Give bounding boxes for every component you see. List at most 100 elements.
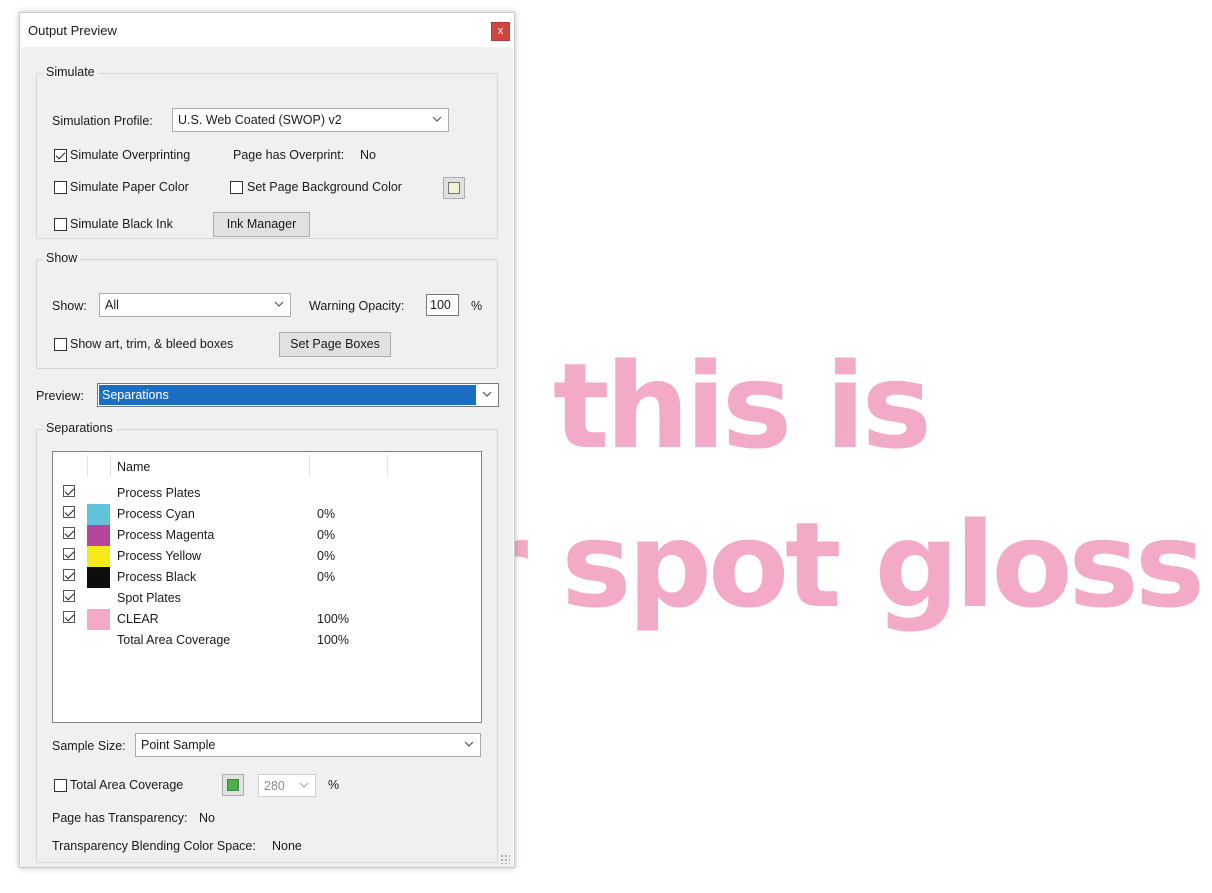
separation-row[interactable]: Process Cyan 0% bbox=[53, 504, 481, 525]
dialog-body: Simulate Simulation Profile: U.S. Web Co… bbox=[21, 47, 513, 867]
warning-opacity-value: 100 bbox=[430, 298, 451, 312]
blending-space-label: Transparency Blending Color Space: bbox=[52, 839, 256, 853]
warning-opacity-unit: % bbox=[471, 299, 483, 313]
show-label: Show: bbox=[52, 299, 87, 313]
resize-grip[interactable] bbox=[500, 854, 510, 864]
ink-color-swatch bbox=[87, 546, 110, 567]
separation-name: Process Black bbox=[117, 570, 197, 584]
chevron-down-icon bbox=[432, 116, 442, 122]
separation-row[interactable]: Process Magenta 0% bbox=[53, 525, 481, 546]
tac-unit: % bbox=[328, 778, 340, 792]
warning-opacity-label: Warning Opacity: bbox=[309, 299, 405, 313]
page-transparency-value: No bbox=[199, 811, 215, 825]
separation-row[interactable]: Process Black 0% bbox=[53, 567, 481, 588]
column-divider bbox=[110, 455, 111, 477]
chevron-down-icon bbox=[482, 391, 492, 397]
tac-value: 280 bbox=[264, 779, 285, 793]
show-select[interactable]: All bbox=[99, 293, 291, 317]
chevron-down-icon bbox=[299, 782, 309, 788]
simulation-profile-label: Simulation Profile: bbox=[52, 114, 153, 128]
separation-checkbox[interactable] bbox=[63, 506, 75, 518]
warning-opacity-input[interactable]: 100 bbox=[426, 294, 459, 316]
separation-checkbox[interactable] bbox=[63, 548, 75, 560]
simulate-black-ink-label[interactable]: Simulate Black Ink bbox=[70, 217, 173, 231]
separation-checkbox[interactable] bbox=[63, 569, 75, 581]
separation-name: Spot Plates bbox=[117, 591, 181, 605]
set-page-background-checkbox[interactable] bbox=[230, 181, 243, 194]
artwork-text-line-1: this is bbox=[553, 337, 932, 475]
total-area-coverage-label[interactable]: Total Area Coverage bbox=[70, 778, 183, 792]
dialog-title: Output Preview bbox=[28, 23, 117, 38]
simulate-group-label: Simulate bbox=[43, 65, 98, 79]
simulation-profile-value: U.S. Web Coated (SWOP) v2 bbox=[178, 113, 342, 127]
set-page-background-label[interactable]: Set Page Background Color bbox=[247, 180, 402, 194]
ink-manager-button[interactable]: Ink Manager bbox=[213, 212, 310, 237]
tac-color-swatch bbox=[227, 779, 239, 791]
simulate-overprinting-label[interactable]: Simulate Overprinting bbox=[70, 148, 190, 162]
separation-coverage: 0% bbox=[317, 549, 336, 563]
separation-coverage: 100% bbox=[317, 633, 349, 647]
separation-name: CLEAR bbox=[117, 612, 159, 626]
ink-color-swatch bbox=[87, 609, 110, 630]
separation-name: Process Plates bbox=[117, 486, 201, 500]
separation-row[interactable]: Process Yellow 0% bbox=[53, 546, 481, 567]
sample-size-select[interactable]: Point Sample bbox=[135, 733, 481, 757]
separations-group-label: Separations bbox=[43, 421, 116, 435]
total-area-coverage-checkbox[interactable] bbox=[54, 779, 67, 792]
preview-value: Separations bbox=[102, 388, 169, 402]
sample-size-value: Point Sample bbox=[141, 738, 216, 752]
simulate-paper-color-checkbox[interactable] bbox=[54, 181, 67, 194]
separation-coverage: 0% bbox=[317, 507, 336, 521]
ink-color-swatch bbox=[87, 567, 110, 588]
show-value: All bbox=[105, 298, 119, 312]
separation-row[interactable]: CLEAR 100% bbox=[53, 609, 481, 630]
close-button[interactable]: x bbox=[491, 22, 510, 41]
separation-name: Process Magenta bbox=[117, 528, 215, 542]
name-column-header[interactable]: Name bbox=[117, 460, 150, 474]
output-preview-dialog: Output Preview x Simulate Simulation Pro… bbox=[19, 12, 515, 868]
simulate-overprinting-checkbox[interactable] bbox=[54, 149, 67, 162]
ink-color-swatch bbox=[87, 525, 110, 546]
separation-row[interactable]: Spot Plates bbox=[53, 588, 481, 609]
separation-name: Process Cyan bbox=[117, 507, 195, 521]
simulate-paper-color-label[interactable]: Simulate Paper Color bbox=[70, 180, 189, 194]
page-background-color-picker[interactable] bbox=[443, 177, 465, 199]
preview-select[interactable]: Separations bbox=[97, 383, 499, 407]
separation-name: Total Area Coverage bbox=[117, 633, 231, 647]
separation-checkbox[interactable] bbox=[63, 527, 75, 539]
column-divider bbox=[387, 455, 388, 477]
simulate-black-ink-checkbox[interactable] bbox=[54, 218, 67, 231]
show-boxes-label[interactable]: Show art, trim, & bleed boxes bbox=[70, 337, 233, 351]
chevron-down-icon bbox=[464, 741, 474, 747]
separations-list[interactable]: Name Process Plates Process Cyan 0% Process… bbox=[52, 451, 482, 723]
preview-label: Preview: bbox=[36, 389, 84, 403]
separation-row[interactable]: Process Plates bbox=[53, 483, 481, 504]
separation-row[interactable]: Total Area Coverage 100% bbox=[53, 630, 481, 651]
dialog-titlebar[interactable]: Output Preview x bbox=[20, 13, 514, 47]
page-has-overprint-value: No bbox=[360, 148, 376, 162]
separation-checkbox[interactable] bbox=[63, 485, 75, 497]
separation-coverage: 0% bbox=[317, 570, 336, 584]
paper-color-swatch bbox=[448, 182, 460, 194]
simulation-profile-select[interactable]: U.S. Web Coated (SWOP) v2 bbox=[172, 108, 449, 132]
separations-list-header: Name bbox=[53, 452, 481, 478]
sample-size-label: Sample Size: bbox=[52, 739, 126, 753]
show-group-label: Show bbox=[43, 251, 81, 265]
separation-coverage: 100% bbox=[317, 612, 349, 626]
artwork-text-line-2: r spot gloss bbox=[470, 496, 1205, 634]
separation-name: Process Yellow bbox=[117, 549, 202, 563]
set-page-boxes-button[interactable]: Set Page Boxes bbox=[279, 332, 391, 357]
chevron-down-icon bbox=[274, 301, 284, 307]
column-divider bbox=[309, 455, 310, 477]
tac-color-picker[interactable] bbox=[222, 774, 244, 796]
separation-checkbox[interactable] bbox=[63, 590, 75, 602]
separation-coverage: 0% bbox=[317, 528, 336, 542]
column-divider bbox=[87, 455, 88, 477]
ink-color-swatch bbox=[87, 504, 110, 525]
blending-space-value: None bbox=[272, 839, 302, 853]
separation-checkbox[interactable] bbox=[63, 611, 75, 623]
page-has-overprint-label: Page has Overprint: bbox=[233, 148, 345, 162]
page-transparency-label: Page has Transparency: bbox=[52, 811, 188, 825]
tac-value-select[interactable]: 280 bbox=[258, 774, 316, 797]
show-boxes-checkbox[interactable] bbox=[54, 338, 67, 351]
